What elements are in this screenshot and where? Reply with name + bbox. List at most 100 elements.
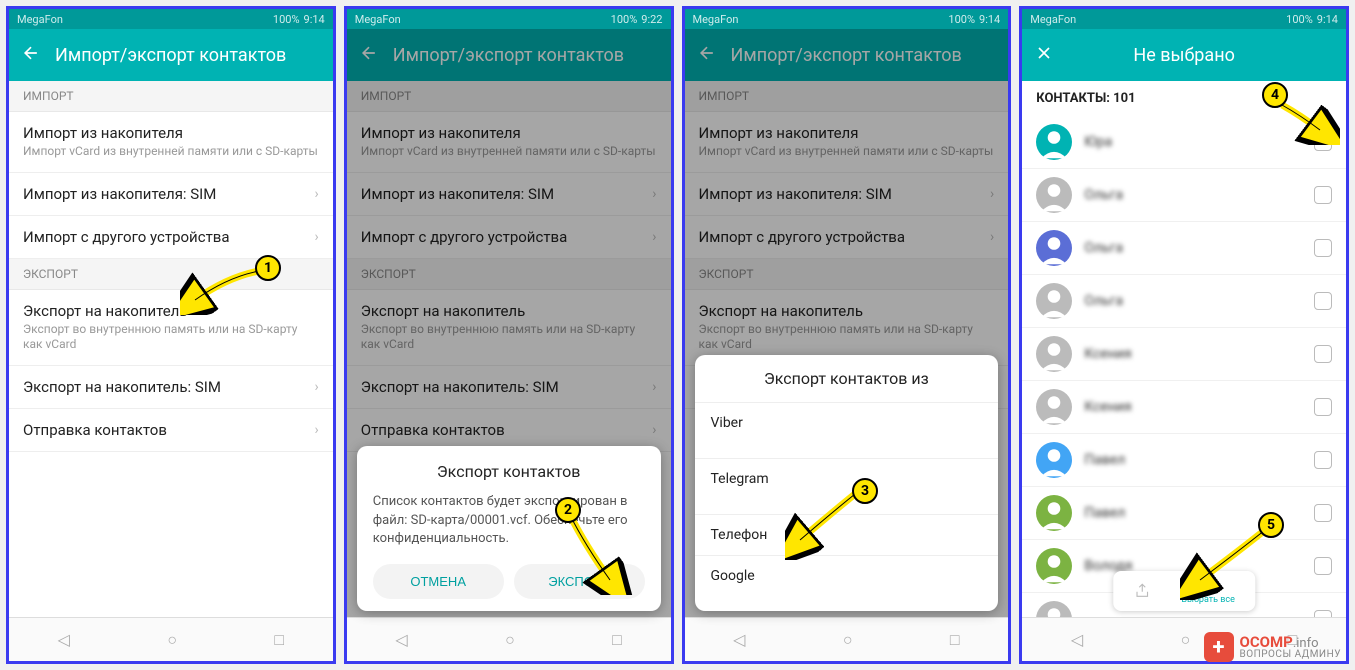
section-export: ЭКСПОРТ (9, 259, 333, 290)
checkbox[interactable] (1314, 186, 1332, 204)
contact-row[interactable]: Ольга (1022, 222, 1346, 275)
share-button[interactable] (1133, 582, 1151, 600)
nav-back-icon[interactable]: ◁ (58, 630, 70, 649)
item-import-other[interactable]: Импорт с другого устройства› (347, 216, 671, 259)
checkbox[interactable] (1314, 504, 1332, 522)
status-bar: MegaFon 100% 9:14 (9, 9, 333, 29)
time-label: 9:14 (304, 13, 325, 26)
page-title: Не выбрано (1068, 45, 1300, 66)
nav-home-icon[interactable]: ○ (167, 630, 177, 650)
select-all-button[interactable]: Выбрать все (1181, 577, 1234, 605)
item-import-other[interactable]: Импорт с другого устройства› (685, 216, 1009, 259)
nav-recent-icon[interactable]: □ (612, 630, 622, 650)
checkbox[interactable] (1314, 133, 1332, 151)
sheet-item-viber[interactable]: Viber (695, 403, 999, 459)
phone-1: MegaFon 100% 9:14 Импорт/экспорт контакт… (6, 6, 336, 664)
nav-home-icon[interactable]: ○ (505, 630, 515, 650)
watermark: + OCOMP.info ВОПРОСЫ АДМИНУ (1204, 632, 1342, 662)
back-icon[interactable] (21, 43, 41, 67)
sheet-item-phone[interactable]: Телефон (695, 515, 999, 556)
checkbox[interactable] (1314, 239, 1332, 257)
avatar (1036, 548, 1072, 584)
status-bar: MegaFon 100% 9:14 (685, 9, 1009, 29)
avatar (1036, 336, 1072, 372)
close-icon[interactable] (1034, 43, 1054, 67)
contact-row[interactable]: Павел (1022, 434, 1346, 487)
contact-name: Павел (1084, 505, 1302, 521)
app-bar: Не выбрано (1022, 29, 1346, 81)
dialog-text: Список контактов будет экспортирован в ф… (373, 493, 645, 548)
sheet-item-telegram[interactable]: Telegram (695, 459, 999, 515)
chevron-right-icon: › (315, 186, 319, 202)
checkbox[interactable] (1314, 610, 1332, 617)
item-import-storage[interactable]: Импорт из накопителяИмпорт vCard из внут… (9, 112, 333, 173)
app-bar: Импорт/экспорт контактов (9, 29, 333, 81)
page-title: Импорт/экспорт контактов (55, 45, 286, 66)
nav-bar: ◁ ○ □ (9, 617, 333, 661)
item-import-storage[interactable]: Импорт из накопителяИмпорт vCard из внут… (347, 112, 671, 173)
contact-row[interactable]: Юра (1022, 116, 1346, 169)
item-import-sim[interactable]: Импорт из накопителя: SIM› (347, 173, 671, 216)
checkbox[interactable] (1314, 451, 1332, 469)
back-icon[interactable] (697, 43, 717, 67)
checkbox[interactable] (1314, 557, 1332, 575)
nav-bar: ◁ ○ □ (347, 617, 671, 661)
nav-back-icon[interactable]: ◁ (395, 630, 407, 649)
back-icon[interactable] (359, 43, 379, 67)
contact-row[interactable]: Ольга (1022, 169, 1346, 222)
chevron-right-icon: › (315, 379, 319, 395)
contact-name: Ксения (1084, 346, 1302, 362)
item-import-storage[interactable]: Импорт из накопителяИмпорт vCard из внут… (685, 112, 1009, 173)
contact-row[interactable]: Ксения (1022, 381, 1346, 434)
nav-bar: ◁ ○ □ (685, 617, 1009, 661)
item-export-storage[interactable]: Экспорт на накопительЭкспорт во внутренн… (9, 290, 333, 366)
nav-back-icon[interactable]: ◁ (733, 630, 745, 649)
checkbox[interactable] (1314, 345, 1332, 363)
nav-home-icon[interactable]: ○ (843, 630, 853, 650)
contact-row[interactable]: Ольга (1022, 275, 1346, 328)
item-import-sim[interactable]: Импорт из накопителя: SIM› (685, 173, 1009, 216)
sheet-title: Экспорт контактов из (695, 355, 999, 403)
avatar (1036, 495, 1072, 531)
avatar (1036, 389, 1072, 425)
section-import: ИМПОРТ (9, 81, 333, 112)
item-export-sim[interactable]: Экспорт на накопитель: SIM› (347, 366, 671, 409)
checkbox[interactable] (1314, 398, 1332, 416)
contacts-list[interactable]: КОНТАКТЫ: 101 Юра Ольга Ольга Ольга Ксен… (1022, 81, 1346, 617)
avatar (1036, 230, 1072, 266)
contacts-count: КОНТАКТЫ: 101 (1022, 81, 1346, 116)
item-import-sim[interactable]: Импорт из накопителя: SIM› (9, 173, 333, 216)
chevron-right-icon: › (652, 186, 656, 202)
chevron-right-icon: › (315, 422, 319, 438)
cancel-button[interactable]: ОТМЕНА (373, 564, 504, 599)
checkbox[interactable] (1314, 292, 1332, 310)
sheet-item-google[interactable]: Google (695, 556, 999, 611)
plus-icon: + (1204, 632, 1234, 662)
phone-2: MegaFon 100% 9:22 Импорт/экспорт контакт… (344, 6, 674, 664)
phone-4: MegaFon 100% 9:14 Не выбрано КОНТАКТЫ: 1… (1019, 6, 1349, 664)
bottom-action-bar: Выбрать все (1113, 571, 1254, 611)
contact-row[interactable]: Павел (1022, 487, 1346, 540)
contact-name: Павел (1084, 452, 1302, 468)
export-button[interactable]: ЭКСПОРТ (514, 564, 645, 599)
chevron-right-icon: › (652, 229, 656, 245)
nav-recent-icon[interactable]: □ (274, 630, 284, 650)
avatar (1036, 124, 1072, 160)
nav-home-icon[interactable]: ○ (1181, 630, 1191, 650)
avatar (1036, 601, 1072, 617)
app-bar: Импорт/экспорт контактов (347, 29, 671, 81)
nav-back-icon[interactable]: ◁ (1071, 630, 1083, 649)
item-export-sim[interactable]: Экспорт на накопитель: SIM› (9, 366, 333, 409)
chevron-right-icon: › (652, 379, 656, 395)
nav-recent-icon[interactable]: □ (950, 630, 960, 650)
contact-name: Ольга (1084, 293, 1302, 309)
carrier-label: MegaFon (17, 13, 63, 26)
item-import-other[interactable]: Импорт с другого устройства› (9, 216, 333, 259)
avatar (1036, 442, 1072, 478)
phone-3: MegaFon 100% 9:14 Импорт/экспорт контакт… (682, 6, 1012, 664)
contact-name: Юра (1084, 134, 1302, 150)
item-export-storage[interactable]: Экспорт на накопительЭкспорт во внутренн… (347, 290, 671, 366)
item-send-contacts[interactable]: Отправка контактов› (9, 409, 333, 452)
contact-row[interactable]: Ксения (1022, 328, 1346, 381)
item-send-contacts[interactable]: Отправка контактов› (347, 409, 671, 452)
